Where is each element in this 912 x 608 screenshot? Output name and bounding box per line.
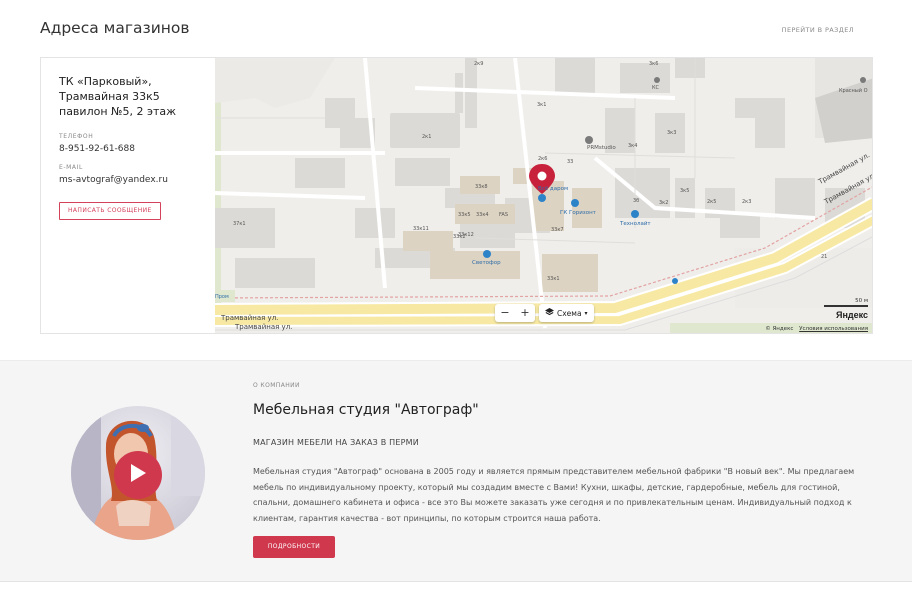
- stores-section: Адреса магазинов ПЕРЕЙТИ В РАЗДЕЛ ТК «Па…: [0, 0, 912, 360]
- stores-title: Адреса магазинов: [40, 19, 190, 37]
- building-label: 33к5: [458, 212, 471, 218]
- building-label: КС: [652, 85, 660, 91]
- address-line-2: Трамвайная 33к5: [59, 90, 160, 103]
- address-line-1: ТК «Парковый»,: [59, 75, 152, 88]
- building-label: 37к1: [233, 221, 246, 227]
- store-address: ТК «Парковый», Трамвайная 33к5 павилон №…: [59, 74, 197, 119]
- map-scale: 50 м: [824, 298, 868, 307]
- scale-bar: [824, 305, 868, 307]
- map-canvas[interactable]: [215, 58, 873, 334]
- write-message-button[interactable]: НАПИСАТЬ СООБЩЕНИЕ: [59, 202, 161, 220]
- about-text: Мебельная студия "Автограф" основана в 2…: [253, 467, 855, 523]
- building-label: 33к4: [476, 212, 489, 218]
- phone-label: ТЕЛЕФОН: [59, 133, 94, 140]
- yandex-logo[interactable]: Яндекс: [836, 310, 868, 320]
- zoom-out-button[interactable]: −: [495, 304, 515, 322]
- building-label: 21: [821, 254, 828, 260]
- address-line-3: павилон №5, 2 этаж: [59, 105, 177, 118]
- building-label: 3к2: [659, 200, 669, 206]
- map-type-button[interactable]: Схема ▾: [539, 304, 594, 322]
- store-info: ТК «Парковый», Трамвайная 33к5 павилон №…: [41, 58, 215, 333]
- copyright-text: © Яндекс: [765, 326, 794, 332]
- building-label: 2к5: [707, 199, 717, 205]
- go-to-section-link[interactable]: ПЕРЕЙТИ В РАЗДЕЛ: [782, 26, 854, 34]
- poi-label[interactable]: Всё даром: [538, 186, 568, 192]
- map[interactable]: Всё даром ГК Горизонт Светофор Технолайт…: [215, 58, 873, 334]
- map-controls: − + Схема ▾: [495, 304, 594, 322]
- street-label: Трамвайная ул.: [235, 323, 293, 331]
- chevron-down-icon: ▾: [584, 309, 588, 317]
- street-label: Трамвайная ул.: [221, 314, 279, 322]
- about-subtitle: МАГАЗИН МЕБЕЛИ НА ЗАКАЗ В ПЕРМИ: [253, 438, 419, 447]
- building-label: 33к8: [475, 184, 488, 190]
- building-label: 3к5: [680, 188, 690, 194]
- zoom-in-button[interactable]: +: [515, 304, 535, 322]
- building-label: Красный О: [839, 88, 868, 94]
- scale-label: 50 м: [855, 298, 868, 304]
- email-value[interactable]: ms-avtograf@yandex.ru: [59, 175, 197, 185]
- building-label: 33к11: [413, 226, 429, 232]
- building-label: 33к1: [547, 276, 560, 282]
- poi-label[interactable]: Технолайт: [620, 221, 651, 227]
- building-label: 33: [567, 159, 574, 165]
- building-label: 2к9: [474, 61, 484, 67]
- zoom-control: − +: [495, 304, 535, 322]
- about-title: Мебельная студия "Автограф": [253, 402, 479, 418]
- building-label: 2к3: [742, 199, 752, 205]
- building-label: 2к1: [422, 134, 432, 140]
- email-label: E-MAIL: [59, 164, 83, 171]
- about-kicker: О КОМПАНИИ: [253, 382, 300, 389]
- building-label: 3к3: [667, 130, 677, 136]
- play-video-button[interactable]: [114, 451, 162, 499]
- map-copyright: © Яндекс Условия использования: [765, 326, 868, 332]
- play-icon: [129, 463, 147, 488]
- phone-value[interactable]: 8-951-92-61-688: [59, 144, 197, 154]
- building-label: 3б: [633, 198, 640, 204]
- building-label: 3к1: [537, 102, 547, 108]
- building-label: 33к2: [453, 234, 466, 240]
- poi-label[interactable]: PRMstudio: [587, 145, 616, 151]
- building-label: 3к6: [649, 61, 659, 67]
- poi-label[interactable]: Светофор: [472, 260, 501, 266]
- building-label: FAS: [499, 212, 509, 218]
- building-label: 2к6: [538, 156, 548, 162]
- map-edge-label: Пром: [215, 294, 229, 300]
- building-label: 33к7: [551, 227, 564, 233]
- terms-link[interactable]: Условия использования: [799, 326, 868, 332]
- building-label: 3к4: [628, 143, 638, 149]
- layers-icon: [545, 308, 554, 318]
- poi-label[interactable]: ГК Горизонт: [560, 210, 596, 216]
- store-card: ТК «Парковый», Трамвайная 33к5 павилон №…: [40, 57, 873, 334]
- map-type-label: Схема: [557, 308, 582, 318]
- about-section: О КОМПАНИИ Мебельная студия "Автограф" М…: [0, 360, 912, 582]
- more-details-button[interactable]: ПОДРОБНОСТИ: [253, 536, 335, 558]
